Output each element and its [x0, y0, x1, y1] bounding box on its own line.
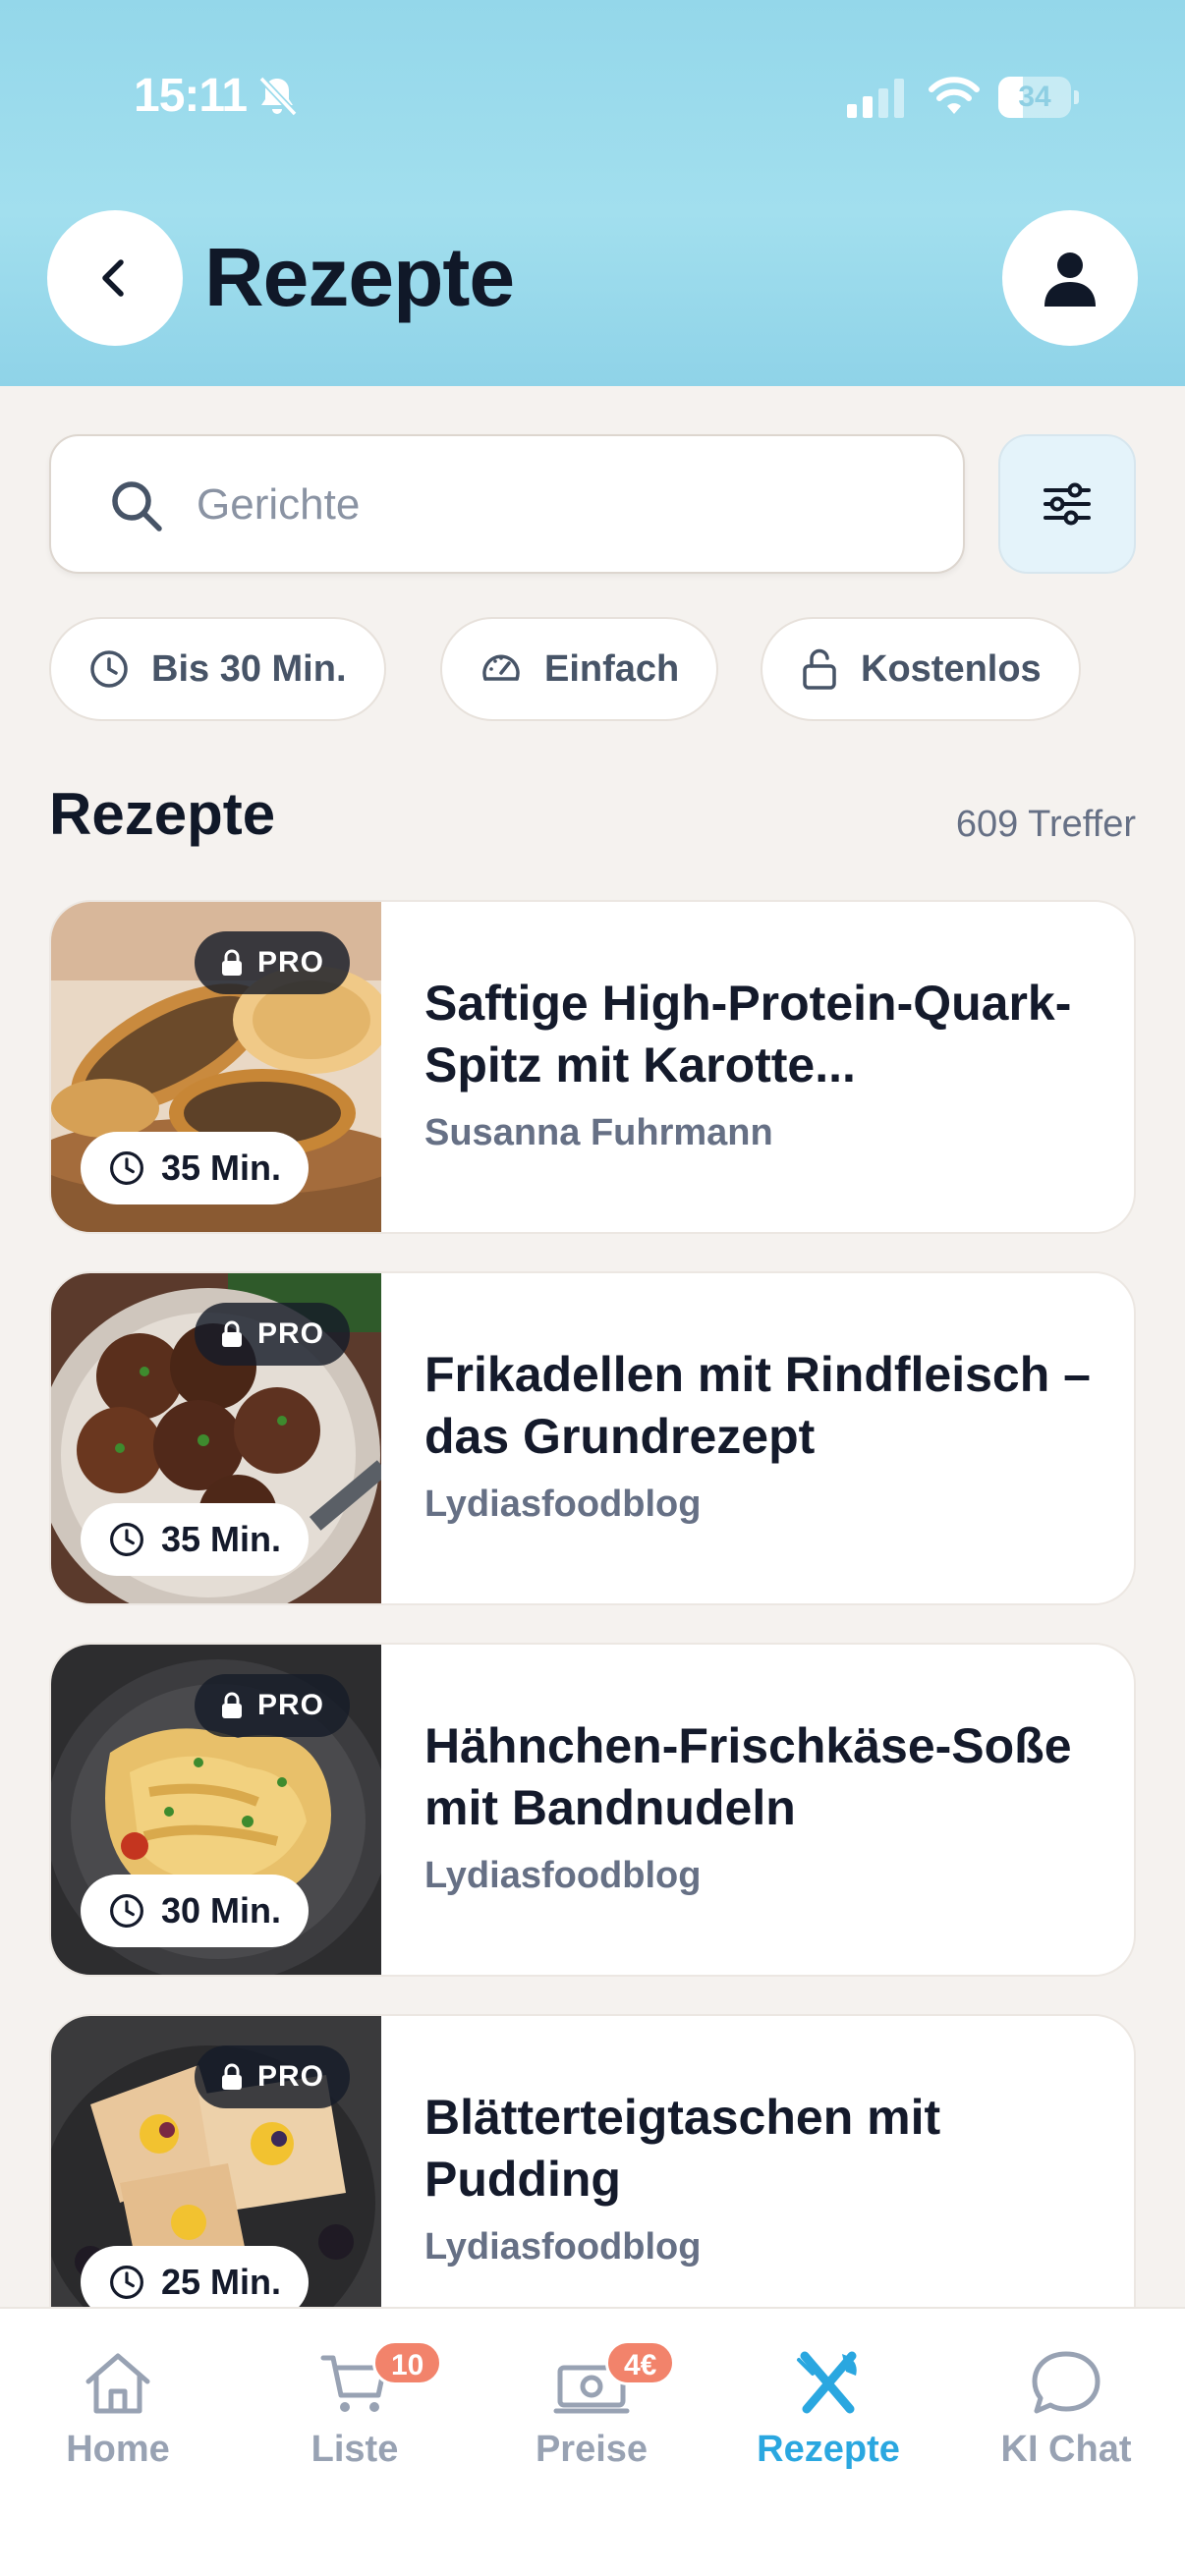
pro-label: PRO — [257, 2060, 325, 2093]
signal-icon — [847, 79, 904, 118]
recipe-card[interactable]: PRO 35 Min. Saftige High-Protein-Quark-S… — [49, 900, 1136, 1234]
page-title: Rezepte — [204, 231, 515, 323]
clock-icon — [110, 1523, 143, 1556]
chip-time-filter[interactable]: Bis 30 Min. — [49, 617, 386, 721]
search-input[interactable] — [197, 466, 924, 544]
chip-label: Einfach — [544, 647, 680, 690]
status-time: 15:11 — [134, 70, 248, 122]
bell-slash-icon — [258, 76, 298, 117]
recipe-thumbnail: PRO 35 Min. — [51, 902, 381, 1232]
tab-label: Home — [66, 2429, 170, 2470]
recipe-author: Lydiasfoodblog — [424, 1484, 702, 1525]
time-badge: 30 Min. — [81, 1875, 310, 1947]
recipe-thumbnail: PRO 25 Min. — [51, 2016, 381, 2346]
utensils-icon — [797, 2351, 857, 2414]
recipe-thumbnail: PRO 30 Min. — [51, 1645, 381, 1975]
time-badge: 35 Min. — [81, 1132, 310, 1204]
chip-free-filter[interactable]: Kostenlos — [761, 617, 1081, 721]
clock-icon — [90, 650, 128, 688]
lock-icon — [222, 2063, 242, 2090]
chat-icon — [1032, 2351, 1100, 2414]
time-label: 25 Min. — [161, 2262, 282, 2302]
tab-preise[interactable]: Preise 4€ — [483, 2340, 700, 2486]
recipe-thumbnail: PRO 35 Min. — [51, 1273, 381, 1603]
pro-badge: PRO — [195, 931, 351, 994]
time-label: 35 Min. — [161, 1148, 282, 1188]
time-label: 35 Min. — [161, 1519, 282, 1559]
tab-ki-chat[interactable]: KI Chat — [958, 2348, 1174, 2486]
section-title: Rezepte — [49, 781, 276, 847]
time-label: 30 Min. — [161, 1890, 282, 1931]
recipe-card[interactable]: PRO 35 Min. Frikadellen mit Rindfleisch … — [49, 1271, 1136, 1605]
lock-icon — [222, 1320, 242, 1347]
result-count: 609 Treffer — [955, 804, 1136, 845]
pro-label: PRO — [257, 1317, 325, 1350]
filter-button[interactable] — [998, 434, 1136, 574]
tab-bar: Home Liste 10 Preise 4€ Rezepte KI Chat — [0, 2307, 1185, 2576]
savings-badge: 4€ — [605, 2340, 676, 2385]
sliders-icon — [1044, 482, 1091, 526]
battery-icon: 34 — [998, 77, 1079, 118]
clock-icon — [110, 2266, 143, 2299]
gauge-icon — [482, 654, 520, 681]
chevron-left-icon — [102, 259, 124, 297]
cart-count-badge: 10 — [372, 2340, 443, 2385]
recipe-author: Susanna Fuhrmann — [424, 1112, 773, 1153]
wifi-icon — [929, 77, 980, 114]
clock-icon — [110, 1151, 143, 1185]
lock-icon — [222, 1692, 242, 1718]
pro-label: PRO — [257, 1689, 325, 1721]
home-icon — [85, 2353, 150, 2414]
unlock-icon — [803, 648, 836, 690]
tab-label: Rezepte — [757, 2429, 900, 2470]
tab-liste[interactable]: Liste 10 — [247, 2340, 463, 2486]
recipe-author: Lydiasfoodblog — [424, 1855, 702, 1896]
profile-button[interactable] — [1002, 210, 1138, 346]
clock-icon — [110, 1894, 143, 1928]
status-bar: 15:11 34 — [0, 0, 1185, 196]
tab-label: Liste — [310, 2429, 399, 2470]
pro-label: PRO — [257, 946, 325, 979]
chip-easy-filter[interactable]: Einfach — [440, 617, 719, 721]
tab-home[interactable]: Home — [10, 2348, 226, 2486]
recipe-author: Lydiasfoodblog — [424, 2226, 702, 2268]
chip-label: Kostenlos — [861, 647, 1042, 690]
recipe-card[interactable]: PRO 30 Min. Hähnchen-Frischkäse-Soße mit… — [49, 1643, 1136, 1977]
back-button[interactable] — [47, 210, 183, 346]
pro-badge: PRO — [195, 2045, 351, 2108]
recipe-title: Frikadellen mit Rindfleisch – das Grundr… — [424, 1347, 1091, 1464]
tab-rezepte[interactable]: Rezepte — [720, 2348, 936, 2486]
recipe-card[interactable]: PRO 25 Min. Blätterteigtaschen mit Puddi… — [49, 2014, 1136, 2348]
time-badge: 35 Min. — [81, 1503, 310, 1576]
tab-label: KI Chat — [1000, 2429, 1132, 2470]
user-icon — [1044, 252, 1096, 307]
tab-label: Preise — [535, 2429, 649, 2470]
recipe-title: Saftige High-Protein-Quark-Spitz mit Kar… — [424, 976, 1072, 1092]
recipe-title: Hähnchen-Frischkäse-Soße mit Bandnudeln — [424, 1718, 1072, 1835]
battery-level: 34 — [1018, 81, 1051, 113]
lock-icon — [222, 949, 242, 976]
chip-label: Bis 30 Min. — [151, 647, 347, 690]
app-header: 15:11 34 Rezepte — [0, 0, 1185, 386]
recipe-title: Blätterteigtaschen mit Pudding — [424, 2090, 941, 2207]
pro-badge: PRO — [195, 1674, 351, 1737]
search-bar[interactable] — [49, 434, 965, 574]
search-icon — [112, 481, 162, 532]
pro-badge: PRO — [195, 1303, 351, 1366]
